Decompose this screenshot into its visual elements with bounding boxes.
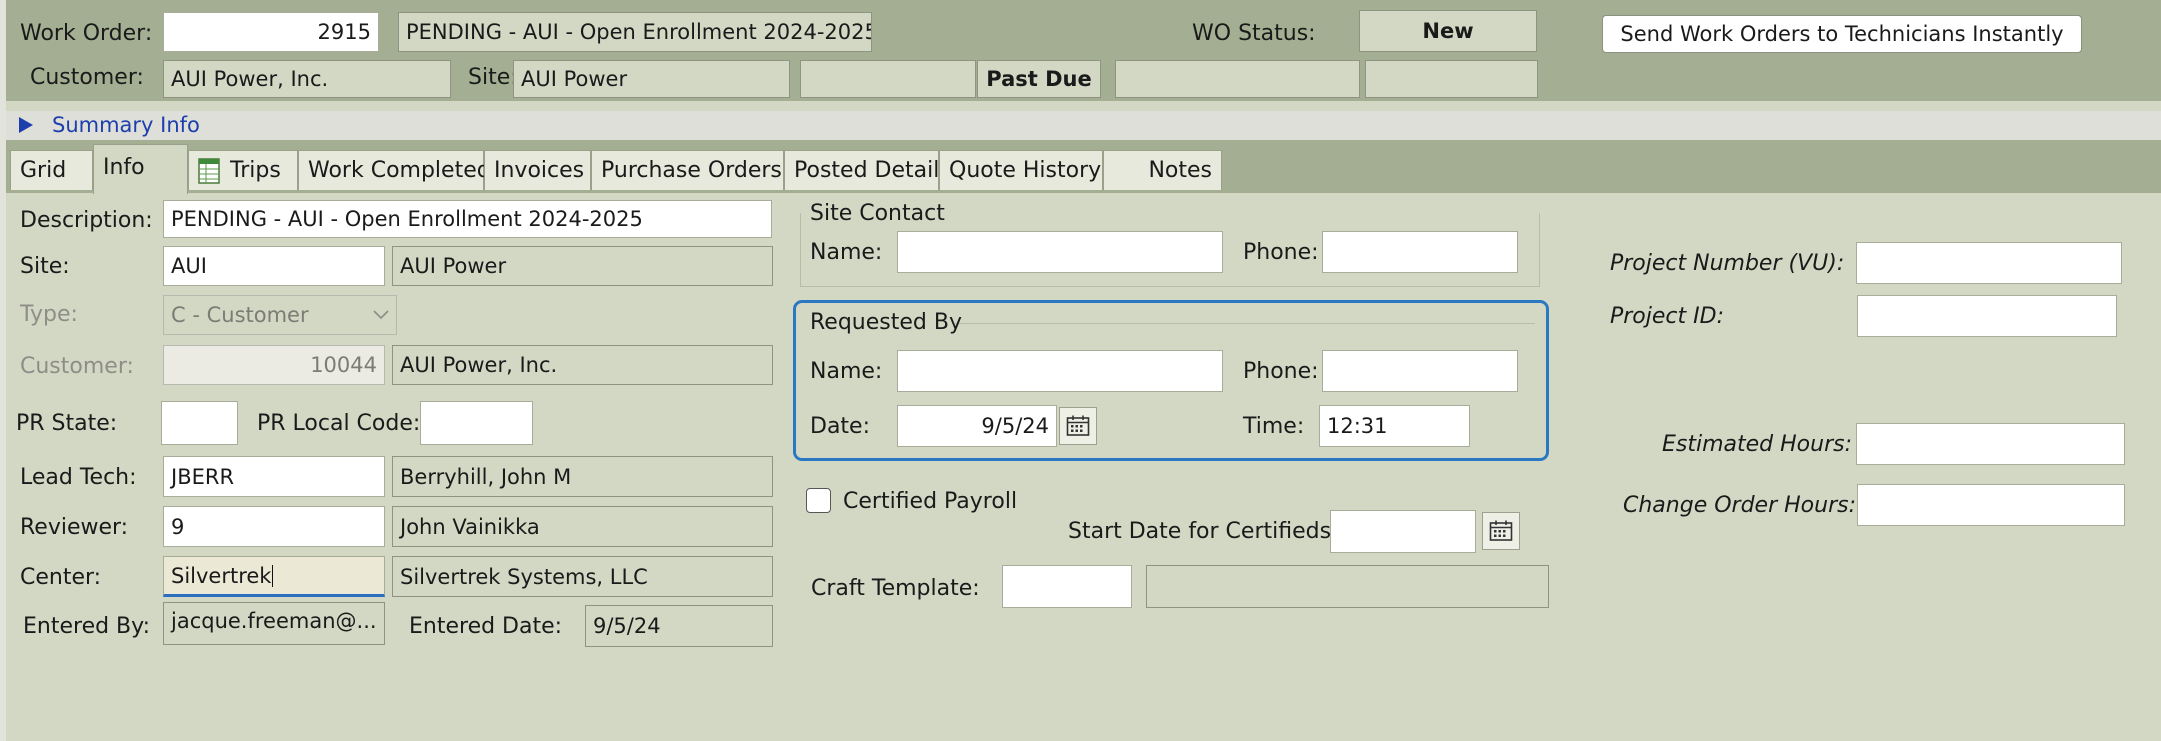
entered-date-field: 9/5/24	[585, 605, 773, 647]
send-work-orders-button[interactable]: Send Work Orders to Technicians Instantl…	[1602, 15, 2082, 53]
type-label: Type:	[20, 302, 78, 327]
wo-status-label: WO Status:	[1192, 21, 1316, 46]
center-name-field: Silvertrek Systems, LLC	[392, 556, 773, 597]
site-contact-phone-input[interactable]	[1322, 231, 1518, 273]
project-number-input[interactable]	[1856, 242, 2122, 284]
craft-template-name-field	[1146, 565, 1549, 608]
requested-by-time-input[interactable]: 12:31	[1319, 405, 1470, 447]
calendar-icon[interactable]	[1482, 512, 1520, 550]
description-label: Description:	[20, 208, 153, 233]
tab-posted-detail[interactable]: Posted Detail	[784, 150, 939, 190]
tab-label: Invoices	[494, 158, 585, 183]
start-date-certifieds-label: Start Date for Certifieds:	[1068, 519, 1339, 544]
site-header-field: AUI Power	[513, 60, 790, 98]
requested-by-time-label: Time:	[1243, 414, 1305, 439]
site-header-label: Site:	[468, 65, 518, 90]
description-input[interactable]: PENDING - AUI - Open Enrollment 2024-202…	[163, 200, 772, 238]
requested-by-phone-input[interactable]	[1322, 350, 1518, 392]
tab-trips[interactable]: Trips	[188, 150, 298, 190]
reviewer-label: Reviewer:	[20, 515, 129, 540]
site-contact-name-label: Name:	[810, 240, 883, 265]
customer-header-field: AUI Power, Inc.	[163, 60, 451, 98]
center-input[interactable]: Silvertrek	[163, 556, 385, 597]
lead-tech-label: Lead Tech:	[20, 465, 137, 490]
change-order-hours-label: Change Order Hours:	[1623, 493, 1856, 518]
spreadsheet-icon	[198, 157, 220, 184]
wo-status-value: New	[1359, 10, 1537, 52]
tab-label: Work Completed	[308, 158, 491, 183]
craft-template-label: Craft Template:	[811, 576, 980, 601]
tab-work-completed[interactable]: Work Completed	[298, 150, 491, 190]
header-blank-field-2	[1115, 60, 1360, 98]
past-due-badge: Past Due	[977, 60, 1101, 98]
requested-by-date-input[interactable]: 9/5/24	[897, 405, 1057, 447]
pr-local-code-input[interactable]	[420, 401, 533, 445]
project-id-input[interactable]	[1857, 295, 2117, 337]
lead-tech-name-field: Berryhill, John M	[392, 456, 773, 497]
tab-label: Notes	[1148, 158, 1212, 183]
header-blank-field-3	[1365, 60, 1538, 98]
work-order-number-field[interactable]: 2915	[163, 12, 379, 52]
site-contact-phone-label: Phone:	[1243, 240, 1319, 265]
center-label: Center:	[20, 565, 102, 590]
certified-payroll-checkbox[interactable]	[806, 488, 831, 513]
calendar-icon[interactable]	[1059, 407, 1097, 445]
requested-by-date-label: Date:	[810, 414, 870, 439]
customer-label: Customer:	[20, 354, 134, 379]
type-select-value: C - Customer	[171, 303, 309, 327]
pr-state-input[interactable]	[161, 401, 238, 445]
tab-label: Info	[103, 155, 145, 180]
reviewer-input[interactable]: 9	[163, 506, 385, 547]
work-order-label: Work Order:	[20, 21, 153, 46]
estimated-hours-input[interactable]	[1856, 423, 2125, 465]
requested-by-divider	[955, 323, 1535, 324]
project-number-label: Project Number (VU):	[1610, 251, 1845, 276]
craft-template-input[interactable]	[1002, 565, 1132, 608]
type-select[interactable]: C - Customer	[163, 295, 397, 335]
tab-quote-history[interactable]: Quote History	[939, 150, 1103, 190]
change-order-hours-input[interactable]	[1857, 484, 2125, 526]
entered-date-label: Entered Date:	[409, 614, 563, 639]
requested-by-name-label: Name:	[810, 359, 883, 384]
site-contact-name-input[interactable]	[897, 231, 1223, 273]
tab-label: Trips	[230, 158, 281, 183]
customer-number-field: 10044	[163, 345, 385, 385]
work-order-title-field: PENDING - AUI - Open Enrollment 2024-202…	[398, 12, 872, 52]
lead-tech-input[interactable]: JBERR	[163, 456, 385, 497]
requested-by-title: Requested By	[810, 310, 962, 335]
customer-header-label: Customer:	[30, 65, 144, 90]
pr-local-code-label: PR Local Code:	[257, 411, 421, 436]
requested-by-phone-label: Phone:	[1243, 359, 1319, 384]
tab-label: Quote History	[949, 158, 1102, 183]
estimated-hours-label: Estimated Hours:	[1662, 432, 1852, 457]
site-code-input[interactable]: AUI	[163, 246, 385, 286]
chevron-down-icon	[373, 310, 389, 320]
expand-triangle-icon[interactable]	[19, 117, 33, 133]
header-blank-field-1	[800, 60, 976, 98]
start-date-certifieds-input[interactable]	[1330, 510, 1476, 553]
entered-by-label: Entered By:	[23, 614, 150, 639]
tab-notes[interactable]: Notes	[1103, 150, 1222, 190]
customer-name-field: AUI Power, Inc.	[392, 345, 773, 385]
center-input-value: Silvertrek	[171, 563, 272, 588]
tab-info[interactable]: Info	[93, 144, 188, 194]
tab-grid[interactable]: Grid	[10, 150, 93, 190]
tab-label: Grid	[20, 158, 67, 183]
tab-label: Purchase Orders	[601, 158, 782, 183]
summary-info-label[interactable]: Summary Info	[52, 115, 200, 136]
text-cursor	[272, 564, 274, 587]
summary-info-bar[interactable]	[6, 111, 2161, 140]
reviewer-name-field: John Vainikka	[392, 506, 773, 547]
site-label: Site:	[20, 254, 70, 279]
project-id-label: Project ID:	[1610, 304, 1724, 329]
tab-label: Posted Detail	[794, 158, 940, 183]
certified-payroll-label: Certified Payroll	[843, 489, 1018, 514]
requested-by-name-input[interactable]	[897, 350, 1223, 392]
site-name-field: AUI Power	[392, 246, 773, 286]
entered-by-field: jacque.freeman@...	[163, 602, 385, 645]
tab-invoices[interactable]: Invoices	[484, 150, 591, 190]
tab-purchase-orders[interactable]: Purchase Orders	[591, 150, 784, 190]
pr-state-label: PR State:	[16, 411, 118, 436]
